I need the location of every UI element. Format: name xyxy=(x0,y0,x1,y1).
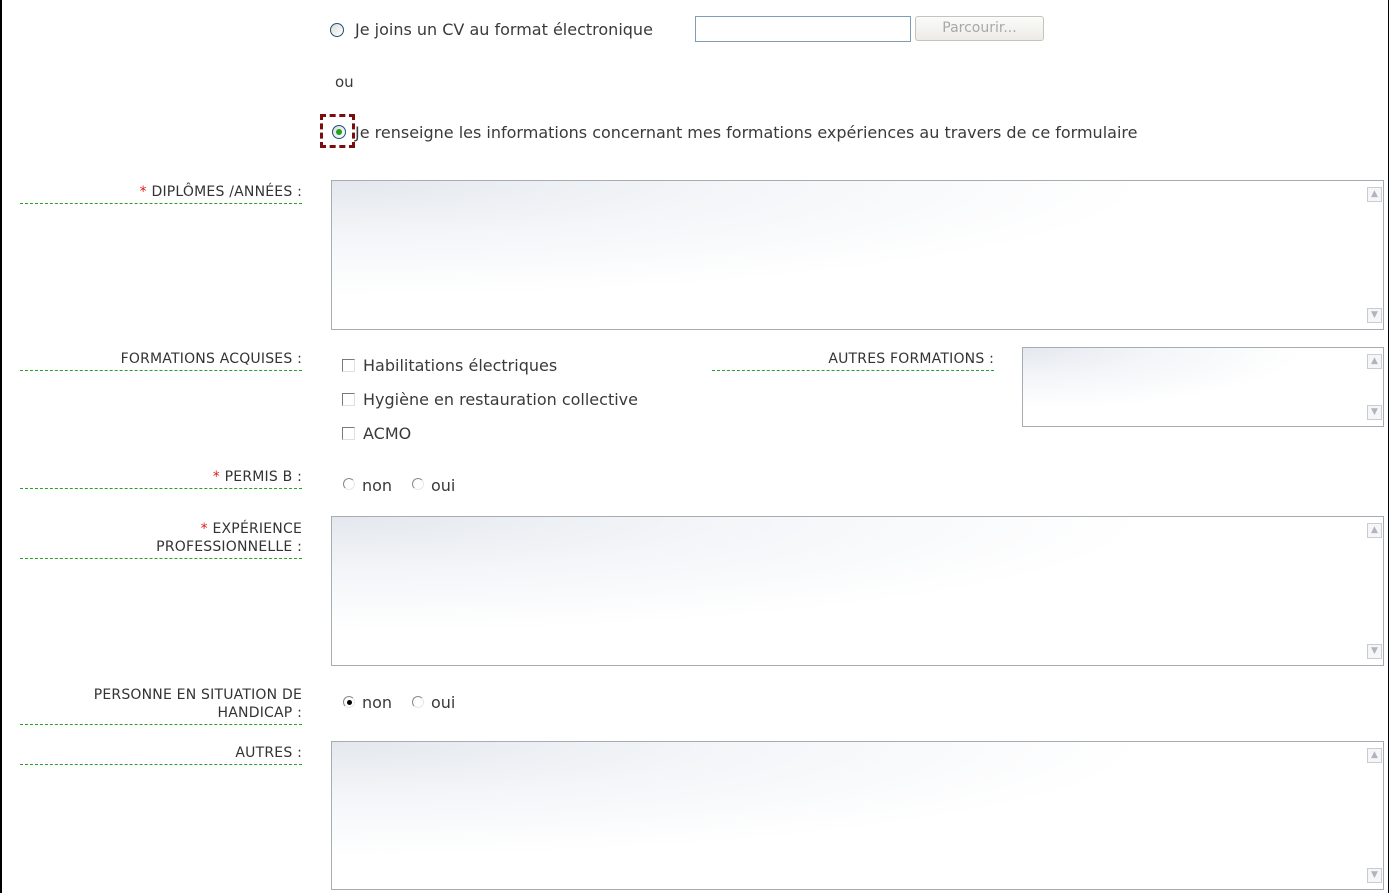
cv-file-input[interactable] xyxy=(695,16,911,42)
autres-formations-textarea[interactable]: ▲ ▼ xyxy=(1022,347,1384,427)
experience-label-line2: PROFESSIONNELLE : xyxy=(156,539,302,555)
radio-label: non xyxy=(362,693,393,712)
radio-label: oui xyxy=(431,476,456,495)
checkbox-acmo[interactable] xyxy=(342,427,355,440)
label-underline xyxy=(20,724,302,725)
formations-label: FORMATIONS ACQUISES : xyxy=(120,351,302,367)
handicap-label: PERSONNE EN SITUATION DE HANDICAP : xyxy=(20,686,302,722)
handicap-label-line1: PERSONNE EN SITUATION DE xyxy=(93,687,302,703)
experience-label: * EXPÉRIENCE PROFESSIONNELLE : xyxy=(20,520,302,556)
diplomes-textarea[interactable]: ▲ ▼ xyxy=(331,180,1384,330)
checkbox-label: Habilitations électriques xyxy=(363,356,558,375)
scrollbar[interactable]: ▲ ▼ xyxy=(1366,742,1383,889)
diplomes-label: * DIPLÔMES /ANNÉES : xyxy=(20,183,302,201)
chevron-up-icon[interactable]: ▲ xyxy=(1367,354,1382,369)
chevron-up-icon[interactable]: ▲ xyxy=(1367,187,1382,202)
autres-textarea[interactable]: ▲ ▼ xyxy=(331,741,1384,890)
label-underline xyxy=(20,488,302,489)
scrollbar[interactable]: ▲ ▼ xyxy=(1366,517,1383,665)
label-underline xyxy=(712,370,994,371)
experience-textarea[interactable]: ▲ ▼ xyxy=(331,516,1384,666)
experience-label-text: EXPÉRIENCE xyxy=(212,521,302,537)
chevron-down-icon[interactable]: ▼ xyxy=(1367,868,1382,883)
autres-label: AUTRES : xyxy=(235,745,302,761)
label-underline xyxy=(20,203,302,204)
required-marker: * xyxy=(212,469,220,485)
fill-form-label: Je renseigne les informations concernant… xyxy=(355,123,1138,142)
radio-permis-oui[interactable] xyxy=(412,478,424,490)
chevron-down-icon[interactable]: ▼ xyxy=(1367,405,1382,420)
diplomes-label-text: DIPLÔMES /ANNÉES : xyxy=(151,184,302,200)
label-underline xyxy=(20,370,302,371)
required-marker: * xyxy=(139,184,147,200)
radio-label: oui xyxy=(431,693,456,712)
scrollbar[interactable]: ▲ ▼ xyxy=(1366,348,1383,426)
permis-label-text: PERMIS B : xyxy=(224,469,302,485)
radio-handicap-non[interactable] xyxy=(343,696,355,708)
radio-fill-form[interactable] xyxy=(332,125,346,139)
checkbox-habilitations[interactable] xyxy=(342,359,355,372)
chevron-up-icon[interactable]: ▲ xyxy=(1367,748,1382,763)
or-separator: ou xyxy=(335,73,354,91)
label-underline xyxy=(20,558,302,559)
upload-cv-label: Je joins un CV au format électronique xyxy=(355,20,653,39)
browse-button[interactable]: Parcourir... xyxy=(915,16,1044,41)
checkbox-hygiene[interactable] xyxy=(342,393,355,406)
chevron-up-icon[interactable]: ▲ xyxy=(1367,523,1382,538)
required-marker: * xyxy=(200,521,208,537)
checkbox-label: Hygiène en restauration collective xyxy=(363,390,638,409)
experience-label-line1: * EXPÉRIENCE xyxy=(20,520,302,538)
checkbox-label: ACMO xyxy=(363,424,412,443)
label-underline xyxy=(20,764,302,765)
permis-label: * PERMIS B : xyxy=(20,468,302,486)
chevron-down-icon[interactable]: ▼ xyxy=(1367,644,1382,659)
handicap-label-line2: HANDICAP : xyxy=(217,705,302,721)
radio-permis-non[interactable] xyxy=(343,478,355,490)
radio-handicap-oui[interactable] xyxy=(412,696,424,708)
radio-upload-cv[interactable] xyxy=(330,23,344,37)
chevron-down-icon[interactable]: ▼ xyxy=(1367,308,1382,323)
radio-label: non xyxy=(362,476,393,495)
scrollbar[interactable]: ▲ ▼ xyxy=(1366,181,1383,329)
autres-formations-label: AUTRES FORMATIONS : xyxy=(828,351,994,367)
